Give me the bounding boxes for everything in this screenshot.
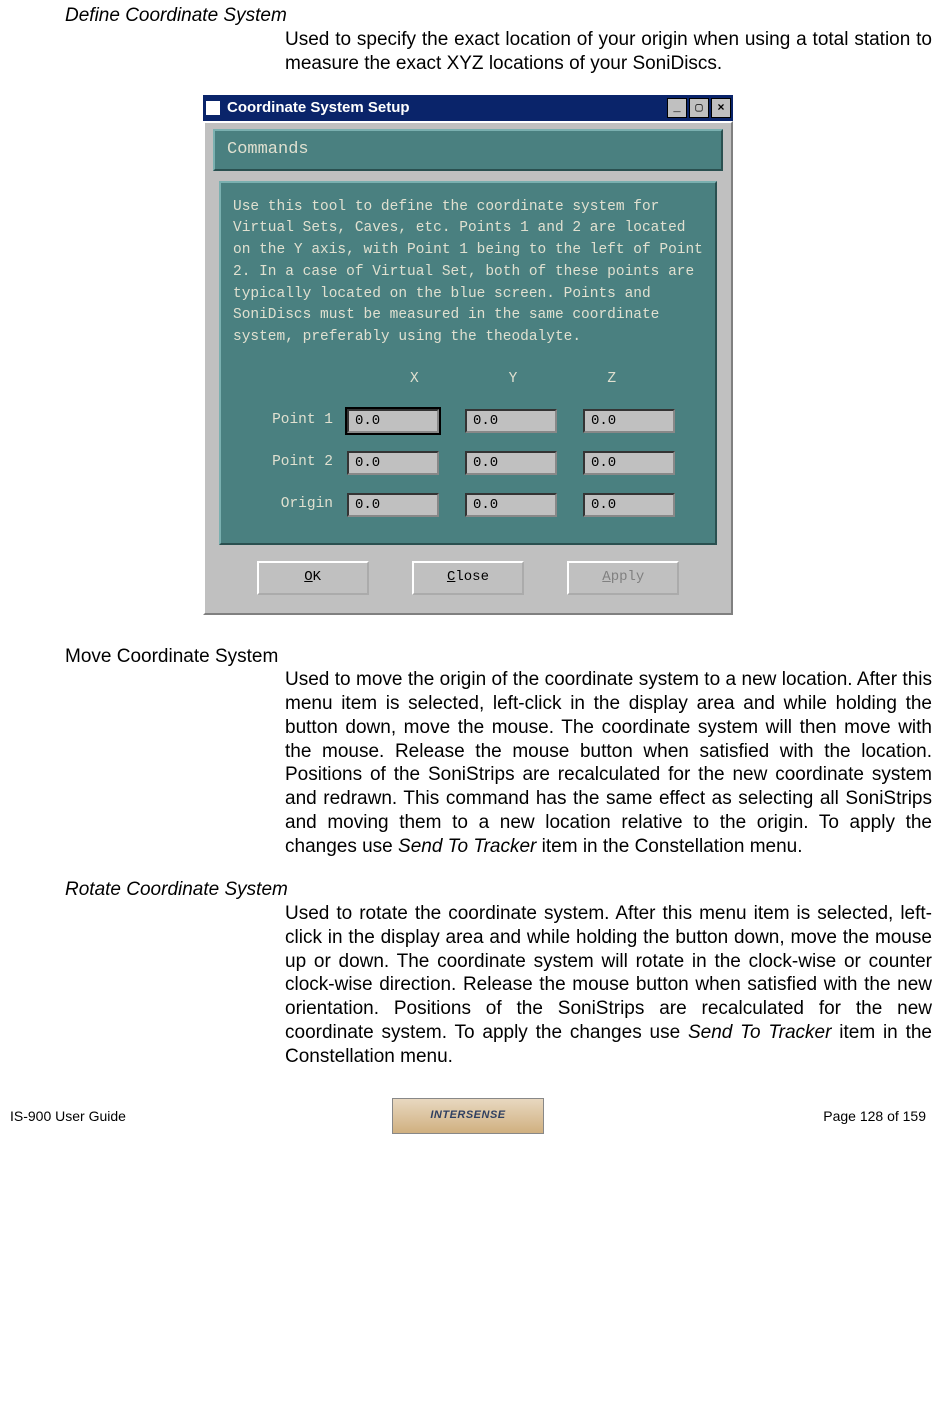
row-point-1: Point 1 xyxy=(233,409,703,433)
text-define: Used to specify the exact location of yo… xyxy=(285,28,932,76)
footer-page-number: Page 128 of 159 xyxy=(544,1108,926,1126)
header-y: Y xyxy=(509,369,518,391)
page-footer: IS-900 User Guide INTERSENSE Page 128 of… xyxy=(0,1098,936,1134)
header-x: X xyxy=(410,369,419,391)
heading-move: Move Coordinate System xyxy=(65,645,936,669)
dialog-coordinate-system-setup: Coordinate System Setup _ ▢ × Commands U… xyxy=(203,95,733,614)
label-point-1: Point 1 xyxy=(233,410,347,432)
close-window-button[interactable]: × xyxy=(711,98,731,118)
dialog-inner-panel: Use this tool to define the coordinate s… xyxy=(219,181,717,545)
column-headers: X Y Z xyxy=(323,369,703,391)
input-point1-x[interactable] xyxy=(347,409,439,433)
text-rotate: Used to rotate the coordinate system. Af… xyxy=(285,902,932,1068)
close-button[interactable]: Close xyxy=(412,561,524,595)
text-move: Used to move the origin of the coordinat… xyxy=(285,668,932,858)
row-point-2: Point 2 xyxy=(233,451,703,475)
footer-doc-title: IS-900 User Guide xyxy=(10,1108,392,1126)
minimize-button[interactable]: _ xyxy=(667,98,687,118)
input-origin-y[interactable] xyxy=(465,493,557,517)
heading-rotate: Rotate Coordinate System xyxy=(65,878,936,902)
input-point2-z[interactable] xyxy=(583,451,675,475)
input-origin-z[interactable] xyxy=(583,493,675,517)
intersense-logo: INTERSENSE xyxy=(392,1098,544,1134)
input-point1-y[interactable] xyxy=(465,409,557,433)
menu-commands[interactable]: Commands xyxy=(213,129,723,170)
restore-button[interactable]: ▢ xyxy=(689,98,709,118)
dialog-title: Coordinate System Setup xyxy=(227,99,410,118)
ok-button[interactable]: OK xyxy=(257,561,369,595)
dialog-titlebar: Coordinate System Setup _ ▢ × xyxy=(203,95,733,121)
input-point1-z[interactable] xyxy=(583,409,675,433)
row-origin: Origin xyxy=(233,493,703,517)
system-menu-icon[interactable] xyxy=(205,100,221,116)
dialog-help-text: Use this tool to define the coordinate s… xyxy=(233,197,703,349)
label-origin: Origin xyxy=(233,494,347,516)
input-point2-y[interactable] xyxy=(465,451,557,475)
header-z: Z xyxy=(607,369,616,391)
apply-button[interactable]: Apply xyxy=(567,561,679,595)
input-point2-x[interactable] xyxy=(347,451,439,475)
input-origin-x[interactable] xyxy=(347,493,439,517)
label-point-2: Point 2 xyxy=(233,452,347,474)
heading-define: Define Coordinate System xyxy=(65,4,936,28)
